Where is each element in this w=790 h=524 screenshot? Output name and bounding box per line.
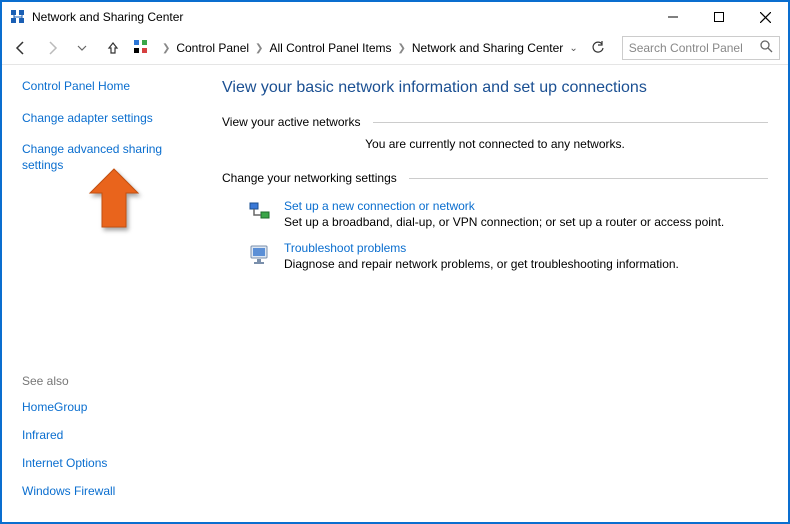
address-bar: ❯ Control Panel ❯ All Control Panel Item… — [2, 32, 788, 64]
main-content: View your basic network information and … — [212, 65, 788, 522]
sidebar-link-advanced-sharing[interactable]: Change advanced sharing settings — [22, 142, 198, 173]
seealso-internet-options[interactable]: Internet Options — [22, 456, 198, 470]
breadcrumb-item[interactable]: Control Panel — [174, 39, 251, 57]
back-button[interactable] — [10, 36, 32, 60]
page-heading: View your basic network information and … — [222, 79, 768, 97]
recent-locations-button[interactable] — [71, 36, 93, 60]
title-bar: Network and Sharing Center — [2, 2, 788, 32]
setup-connection-option[interactable]: Set up a new connection or network Set u… — [222, 193, 768, 235]
search-placeholder: Search Control Panel — [629, 41, 760, 55]
sidebar-link-adapter[interactable]: Change adapter settings — [22, 111, 198, 127]
window-title: Network and Sharing Center — [32, 10, 183, 24]
forward-button[interactable] — [40, 36, 62, 60]
sidebar: Control Panel Home Change adapter settin… — [2, 65, 212, 522]
active-networks-section: View your active networks You are curren… — [222, 115, 768, 151]
network-center-icon — [10, 9, 26, 25]
control-panel-icon — [132, 38, 150, 59]
breadcrumb[interactable]: ❯ Control Panel ❯ All Control Panel Item… — [158, 38, 614, 58]
pointer-arrow-annotation — [86, 167, 142, 231]
minimize-button[interactable] — [650, 2, 696, 32]
option-title: Set up a new connection or network — [284, 199, 724, 213]
change-settings-section: Change your networking settings Set up a… — [222, 171, 768, 277]
seealso-windows-firewall[interactable]: Windows Firewall — [22, 484, 198, 498]
chevron-right-icon: ❯ — [398, 43, 406, 54]
section-header: Change your networking settings — [222, 171, 397, 185]
chevron-right-icon: ❯ — [255, 43, 263, 54]
search-input[interactable]: Search Control Panel — [622, 36, 780, 60]
option-desc: Set up a broadband, dial-up, or VPN conn… — [284, 215, 724, 229]
divider — [409, 178, 768, 179]
chevron-down-icon[interactable]: ⌄ — [569, 43, 577, 54]
divider — [373, 122, 768, 123]
troubleshoot-option[interactable]: Troubleshoot problems Diagnose and repai… — [222, 235, 768, 277]
section-header: View your active networks — [222, 115, 361, 129]
refresh-button[interactable] — [588, 38, 608, 58]
option-desc: Diagnose and repair network problems, or… — [284, 257, 679, 271]
breadcrumb-item[interactable]: Network and Sharing Center — [410, 39, 565, 57]
sidebar-link-home[interactable]: Control Panel Home — [22, 79, 198, 95]
option-title: Troubleshoot problems — [284, 241, 679, 255]
breadcrumb-item[interactable]: All Control Panel Items — [267, 39, 393, 57]
seealso-infrared[interactable]: Infrared — [22, 428, 198, 442]
chevron-right-icon: ❯ — [162, 43, 170, 54]
setup-connection-icon — [246, 199, 274, 227]
up-button[interactable] — [101, 36, 123, 60]
see-also-header: See also — [22, 374, 198, 388]
search-icon — [760, 40, 773, 56]
troubleshoot-icon — [246, 241, 274, 269]
close-button[interactable] — [742, 2, 788, 32]
active-networks-note: You are currently not connected to any n… — [222, 137, 768, 151]
seealso-homegroup[interactable]: HomeGroup — [22, 400, 198, 414]
maximize-button[interactable] — [696, 2, 742, 32]
